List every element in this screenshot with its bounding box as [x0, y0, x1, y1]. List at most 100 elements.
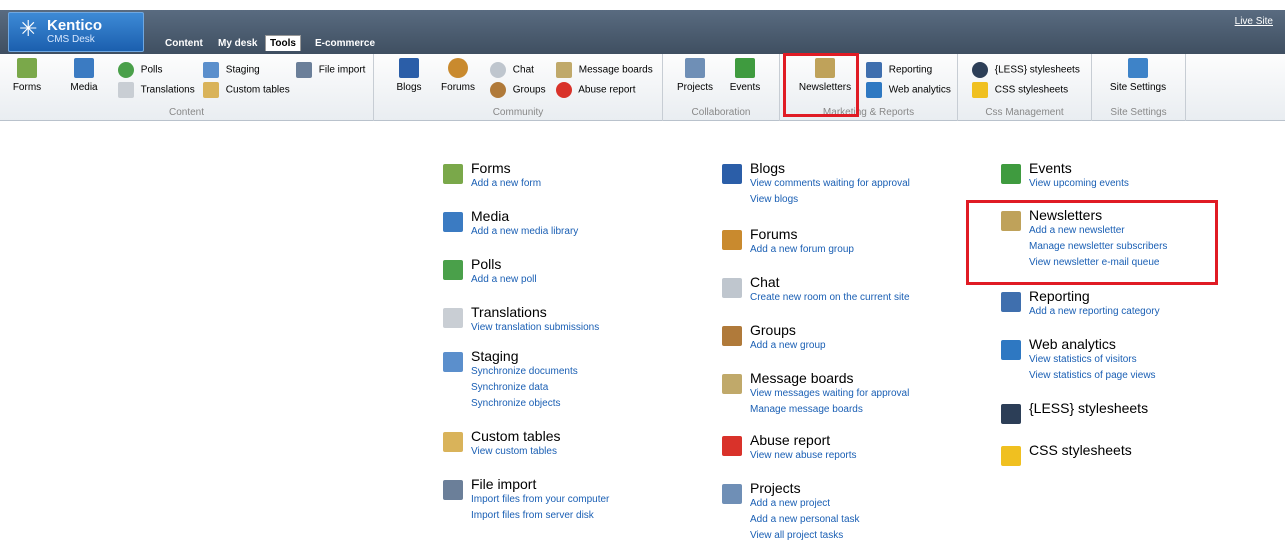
- tool-link-add-a-new-reporting-category[interactable]: Add a new reporting category: [1029, 306, 1160, 317]
- tool-title-newsletters[interactable]: Newsletters: [1029, 207, 1102, 223]
- web-analytics-icon: [1001, 340, 1021, 360]
- ribbon-polls-button[interactable]: Polls: [118, 62, 162, 78]
- events-icon: [1001, 164, 1021, 184]
- tool-title-polls[interactable]: Polls: [471, 256, 501, 272]
- tool-link-view-custom-tables[interactable]: View custom tables: [471, 446, 557, 457]
- ribbon-projects-button[interactable]: Projects: [675, 58, 715, 93]
- ribbon-css-button[interactable]: CSS stylesheets: [972, 82, 1068, 98]
- tool-link-view-blogs[interactable]: View blogs: [750, 194, 798, 205]
- brand-subtitle: CMS Desk: [47, 34, 95, 45]
- tool-link-synchronize-data[interactable]: Synchronize data: [471, 382, 548, 393]
- tool-link-add-a-new-project[interactable]: Add a new project: [750, 498, 830, 509]
- ribbon-abuse-report-label: Abuse report: [578, 84, 636, 96]
- tool-link-view-messages-waiting-for-approval[interactable]: View messages waiting for approval: [750, 388, 909, 399]
- tool-title-events[interactable]: Events: [1029, 160, 1072, 176]
- tool-title-media[interactable]: Media: [471, 208, 509, 224]
- newsletters-icon: [1001, 211, 1021, 231]
- tool-title-blogs[interactable]: Blogs: [750, 160, 785, 176]
- ribbon-file-import-button[interactable]: File import: [296, 62, 365, 78]
- live-site-link[interactable]: Live Site: [1235, 16, 1273, 27]
- ribbon-forums-button[interactable]: Forums: [438, 58, 478, 93]
- kentico-logo[interactable]: ✳ Kentico CMS Desk: [8, 12, 144, 52]
- tool-link-add-a-new-media-library[interactable]: Add a new media library: [471, 226, 578, 237]
- ribbon-events-button[interactable]: Events: [727, 58, 763, 93]
- tab-tools[interactable]: Tools: [265, 35, 301, 51]
- reporting-icon: [866, 62, 882, 78]
- tool-link-add-a-new-personal-task[interactable]: Add a new personal task: [750, 514, 860, 525]
- ribbon-reporting-button[interactable]: Reporting: [866, 62, 932, 78]
- ribbon-polls-label: Polls: [140, 64, 163, 76]
- tool-link-view-translation-submissions[interactable]: View translation submissions: [471, 322, 599, 333]
- tool-link-add-a-new-forum-group[interactable]: Add a new forum group: [750, 244, 854, 255]
- ribbon-less-label: {LESS} stylesheets: [994, 64, 1080, 76]
- tool-link-create-new-room-on-the-current-site[interactable]: Create new room on the current site: [750, 292, 910, 303]
- highlight-ribbon-newsletters: [783, 53, 859, 117]
- ribbon-translations-button[interactable]: Translations: [118, 82, 195, 98]
- ribbon-staging-button[interactable]: Staging: [203, 62, 260, 78]
- tool-title-web-analytics[interactable]: Web analytics: [1029, 336, 1116, 352]
- ribbon-site-settings-button[interactable]: Site Settings: [1102, 58, 1174, 93]
- ribbon-less-button[interactable]: {LESS} stylesheets: [972, 62, 1080, 78]
- tool-link-synchronize-objects[interactable]: Synchronize objects: [471, 398, 561, 409]
- tool-link-manage-newsletter-subscribers[interactable]: Manage newsletter subscribers: [1029, 241, 1167, 252]
- tool-title-message-boards[interactable]: Message boards: [750, 370, 854, 386]
- ribbon-group-label-site-settings: Site Settings: [1110, 107, 1167, 118]
- tool-link-view-statistics-of-visitors[interactable]: View statistics of visitors: [1029, 354, 1137, 365]
- tool-title-chat[interactable]: Chat: [750, 274, 780, 290]
- abuse-report-icon: [556, 82, 572, 98]
- tool-link-add-a-new-group[interactable]: Add a new group: [750, 340, 826, 351]
- tool-link-add-a-new-newsletter[interactable]: Add a new newsletter: [1029, 225, 1125, 236]
- tool-link-view-comments-waiting-for-approval[interactable]: View comments waiting for approval: [750, 178, 910, 189]
- tab-content[interactable]: Content: [165, 38, 203, 49]
- tool-link-view-new-abuse-reports[interactable]: View new abuse reports: [750, 450, 857, 461]
- tab-my-desk[interactable]: My desk: [218, 38, 257, 49]
- tool-title-translations[interactable]: Translations: [471, 304, 547, 320]
- ribbon-forms-button[interactable]: Forms: [12, 58, 42, 93]
- tool-title-groups[interactable]: Groups: [750, 322, 796, 338]
- tab-e-commerce[interactable]: E-commerce: [315, 38, 375, 49]
- ribbon-custom-tables-button[interactable]: Custom tables: [203, 82, 290, 98]
- ribbon-groups-button[interactable]: Groups: [490, 82, 546, 98]
- tool-link-view-statistics-of-page-views[interactable]: View statistics of page views: [1029, 370, 1156, 381]
- tool-title-abuse-report[interactable]: Abuse report: [750, 432, 830, 448]
- ribbon-abuse-report-button[interactable]: Abuse report: [556, 82, 636, 98]
- tool-link-add-a-new-form[interactable]: Add a new form: [471, 178, 541, 189]
- tool-link-import-files-from-your-computer[interactable]: Import files from your computer: [471, 494, 609, 505]
- ribbon-message-boards-button[interactable]: Message boards: [556, 62, 653, 78]
- forms-icon: [17, 58, 37, 78]
- ribbon-chat-button[interactable]: Chat: [490, 62, 534, 78]
- tool-title-forms[interactable]: Forms: [471, 160, 511, 176]
- tool-title-custom-tables[interactable]: Custom tables: [471, 428, 560, 444]
- ribbon-media-button[interactable]: Media: [64, 58, 104, 93]
- ribbon-css-label: CSS stylesheets: [994, 84, 1069, 96]
- blogs-icon: [722, 164, 742, 184]
- css-icon: [1001, 446, 1021, 466]
- tool-title-projects[interactable]: Projects: [750, 480, 801, 496]
- forms-icon: [443, 164, 463, 184]
- tool-link-view-all-project-tasks[interactable]: View all project tasks: [750, 530, 843, 541]
- tool-title-staging[interactable]: Staging: [471, 348, 518, 364]
- tool-title-less-stylesheets[interactable]: {LESS} stylesheets: [1029, 400, 1148, 416]
- tool-title-css-stylesheets[interactable]: CSS stylesheets: [1029, 442, 1132, 458]
- ribbon-web-analytics-button[interactable]: Web analytics: [866, 82, 951, 98]
- ribbon-custom-tables-label: Custom tables: [225, 84, 290, 96]
- tool-link-view-upcoming-events[interactable]: View upcoming events: [1029, 178, 1129, 189]
- tool-title-file-import[interactable]: File import: [471, 476, 536, 492]
- tool-link-add-a-new-poll[interactable]: Add a new poll: [471, 274, 537, 285]
- tool-link-view-newsletter-e-mail-queue[interactable]: View newsletter e-mail queue: [1029, 257, 1159, 268]
- reporting-icon: [1001, 292, 1021, 312]
- ribbon-forms-label: Forms: [12, 82, 42, 93]
- ribbon-group-css: {LESS} stylesheets CSS stylesheets Css M…: [958, 54, 1092, 121]
- tool-link-manage-message-boards[interactable]: Manage message boards: [750, 404, 863, 415]
- tool-link-synchronize-documents[interactable]: Synchronize documents: [471, 366, 578, 377]
- ribbon-blogs-button[interactable]: Blogs: [394, 58, 424, 93]
- tool-link-import-files-from-server-disk[interactable]: Import files from server disk: [471, 510, 594, 521]
- tool-title-forums[interactable]: Forums: [750, 226, 797, 242]
- ribbon-events-label: Events: [729, 82, 761, 93]
- ribbon-group-label-content: Content: [168, 107, 205, 118]
- tool-title-reporting[interactable]: Reporting: [1029, 288, 1090, 304]
- events-icon: [735, 58, 755, 78]
- kentico-logo-icon: ✳: [19, 16, 38, 41]
- window-top-edge: [0, 0, 1285, 10]
- abuse-report-icon: [722, 436, 742, 456]
